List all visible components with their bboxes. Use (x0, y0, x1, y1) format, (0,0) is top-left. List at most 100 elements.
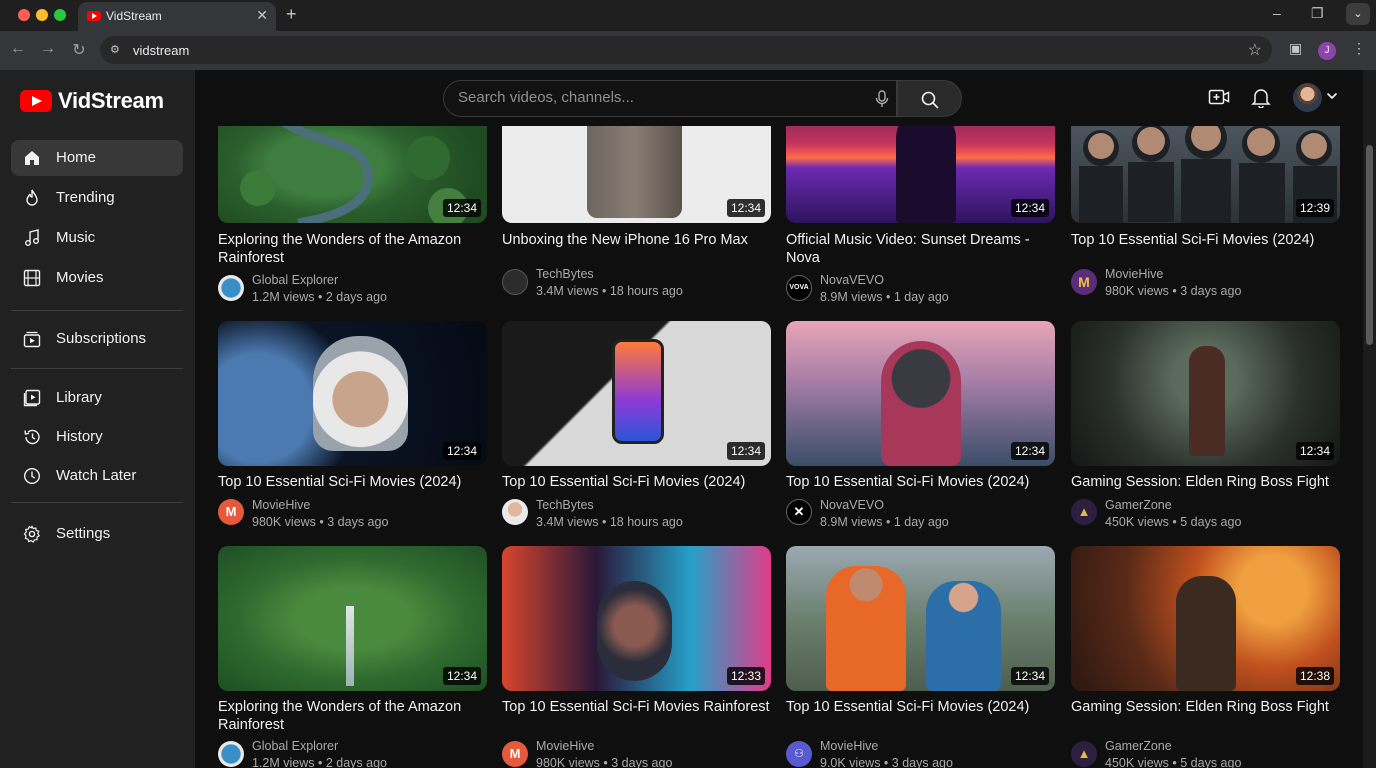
channel-name[interactable]: GamerZone (1105, 739, 1172, 753)
channel-avatar[interactable]: M (218, 499, 244, 525)
video-title[interactable]: Official Music Video: Sunset Dreams - No… (786, 232, 1055, 267)
video-title[interactable]: Top 10 Essential Sci-Fi Movies (2024) (786, 474, 1055, 492)
video-title[interactable]: Exploring the Wonders of the Amazon Rain… (218, 699, 487, 734)
video-thumbnail[interactable]: 12:34 (218, 126, 487, 223)
page-scrollbar[interactable] (1363, 70, 1376, 768)
create-video-icon[interactable] (1208, 87, 1230, 107)
video-title[interactable]: Top 10 Essential Sci-Fi Movies Rainfores… (502, 699, 771, 717)
sidebar-item-watch-later[interactable]: Watch Later (11, 458, 183, 494)
channel-avatar[interactable]: ▲ (1071, 741, 1097, 767)
sidebar-item-subscriptions[interactable]: Subscriptions (11, 321, 183, 357)
search-button[interactable] (897, 80, 962, 117)
back-arrow-icon[interactable]: ← (8, 40, 28, 58)
restore-icon[interactable]: ❐ (1311, 5, 1324, 22)
video-thumbnail[interactable]: 12:34 (786, 321, 1055, 466)
music-note-icon (25, 229, 39, 246)
channel-name[interactable]: MovieHive (820, 739, 878, 753)
channel-name[interactable]: TechBytes (536, 267, 594, 281)
browser-profile-avatar[interactable]: J (1318, 42, 1336, 60)
video-meta: 980K views • 3 days ago (536, 756, 673, 768)
channel-name[interactable]: MovieHive (536, 739, 594, 753)
channel-name[interactable]: MovieHive (1105, 267, 1163, 281)
video-thumbnail[interactable]: 12:34 (502, 321, 771, 466)
bookmark-star-icon[interactable]: ☆ (1248, 40, 1262, 60)
video-title[interactable]: Unboxing the New iPhone 16 Pro Max (502, 232, 771, 250)
helmet-illustration (597, 581, 672, 681)
bell-icon[interactable] (1251, 87, 1271, 108)
address-bar[interactable]: ⚙ vidstream ☆ (100, 36, 1272, 64)
chevron-down-icon[interactable] (1326, 92, 1338, 100)
channel-avatar[interactable]: M (1071, 269, 1097, 295)
video-meta: 3.4M views • 18 hours ago (536, 515, 683, 529)
site-info-icon[interactable]: ⚙ (110, 43, 124, 57)
channel-avatar[interactable]: ✕ (786, 499, 812, 525)
microphone-icon[interactable] (872, 89, 892, 109)
channel-avatar[interactable] (502, 269, 528, 295)
video-thumbnail[interactable]: 12:34 (218, 546, 487, 691)
zoom-window-dot[interactable] (54, 9, 66, 21)
search-input[interactable] (458, 89, 858, 106)
video-duration: 12:34 (442, 199, 481, 217)
video-title[interactable]: Top 10 Essential Sci-Fi Movies (2024) (1071, 232, 1340, 250)
video-title[interactable]: Gaming Session: Elden Ring Boss Fight (1071, 699, 1340, 717)
sidebar-item-settings[interactable]: Settings (11, 516, 183, 552)
close-tab-icon[interactable]: ✕ (256, 7, 268, 24)
browser-tab[interactable]: VidStream ✕ (78, 2, 276, 31)
channel-avatar[interactable]: ▲ (1071, 499, 1097, 525)
video-title[interactable]: Top 10 Essential Sci-Fi Movies (2024) (502, 474, 771, 492)
flame-icon (26, 189, 38, 206)
video-meta: 8.9M views • 1 day ago (820, 515, 949, 529)
video-title[interactable]: Gaming Session: Elden Ring Boss Fight (1071, 474, 1340, 492)
channel-avatar[interactable]: VOVA (786, 275, 812, 301)
channel-name[interactable]: NovaVEVO (820, 273, 884, 287)
tab-search-chevron-icon[interactable]: ⌄ (1346, 3, 1370, 25)
video-thumbnail[interactable]: 12:39 (1071, 126, 1340, 223)
minimize-window-dot[interactable] (36, 9, 48, 21)
video-thumbnail[interactable]: 12:34 (786, 126, 1055, 223)
scrollbar-thumb[interactable] (1366, 145, 1373, 345)
sidebar-item-home[interactable]: Home (11, 140, 183, 176)
new-tab-icon[interactable]: + (286, 4, 297, 25)
channel-avatar[interactable]: ⚇ (786, 741, 812, 767)
video-thumbnail[interactable]: 12:34 (1071, 321, 1340, 466)
video-meta: 1.2M views • 2 days ago (252, 290, 387, 304)
channel-avatar[interactable] (218, 275, 244, 301)
channel-name[interactable]: Global Explorer (252, 273, 338, 287)
browser-menu-icon[interactable]: ⋮ (1352, 40, 1366, 57)
video-thumbnail[interactable]: 12:34 (218, 321, 487, 466)
sidebar-item-trending[interactable]: Trending (11, 180, 183, 216)
close-window-dot[interactable] (18, 9, 30, 21)
video-meta: 9.0K views • 3 days ago (820, 756, 953, 768)
gear-icon (23, 525, 41, 543)
video-thumbnail[interactable]: 12:38 (1071, 546, 1340, 691)
sidebar-item-history[interactable]: History (11, 419, 183, 455)
vr-person-illustration (881, 341, 961, 466)
forward-arrow-icon[interactable]: → (38, 40, 58, 58)
channel-name[interactable]: MovieHive (252, 498, 310, 512)
video-title[interactable]: Top 10 Essential Sci-Fi Movies (2024) (218, 474, 487, 492)
channel-name[interactable]: NovaVEVO (820, 498, 884, 512)
sidebar-item-music[interactable]: Music (11, 220, 183, 256)
channel-avatar[interactable] (502, 499, 528, 525)
runner-orange-illustration (826, 566, 906, 691)
side-panel-icon[interactable]: ▣ (1289, 40, 1302, 57)
video-title[interactable]: Exploring the Wonders of the Amazon Rain… (218, 232, 487, 267)
video-thumbnail[interactable]: 12:34 (786, 546, 1055, 691)
channel-avatar[interactable] (218, 741, 244, 767)
video-duration: 12:34 (1010, 442, 1049, 460)
channel-name[interactable]: GamerZone (1105, 498, 1172, 512)
video-title[interactable]: Top 10 Essential Sci-Fi Movies (2024) (786, 699, 1055, 717)
video-thumbnail[interactable]: 12:34 (502, 126, 771, 223)
sidebar-item-movies[interactable]: Movies (11, 260, 183, 296)
reload-icon[interactable]: ↻ (69, 40, 89, 60)
user-avatar[interactable] (1293, 83, 1322, 112)
video-thumbnail[interactable]: 12:33 (502, 546, 771, 691)
channel-name[interactable]: TechBytes (536, 498, 594, 512)
video-meta: 450K views • 5 days ago (1105, 515, 1242, 529)
channel-name[interactable]: Global Explorer (252, 739, 338, 753)
video-duration: 12:34 (1295, 442, 1334, 460)
channel-avatar[interactable]: M (502, 741, 528, 767)
sidebar-item-library[interactable]: Library (11, 380, 183, 416)
minimize-icon[interactable]: – (1273, 5, 1281, 21)
sidebar-item-label: Watch Later (56, 467, 137, 484)
